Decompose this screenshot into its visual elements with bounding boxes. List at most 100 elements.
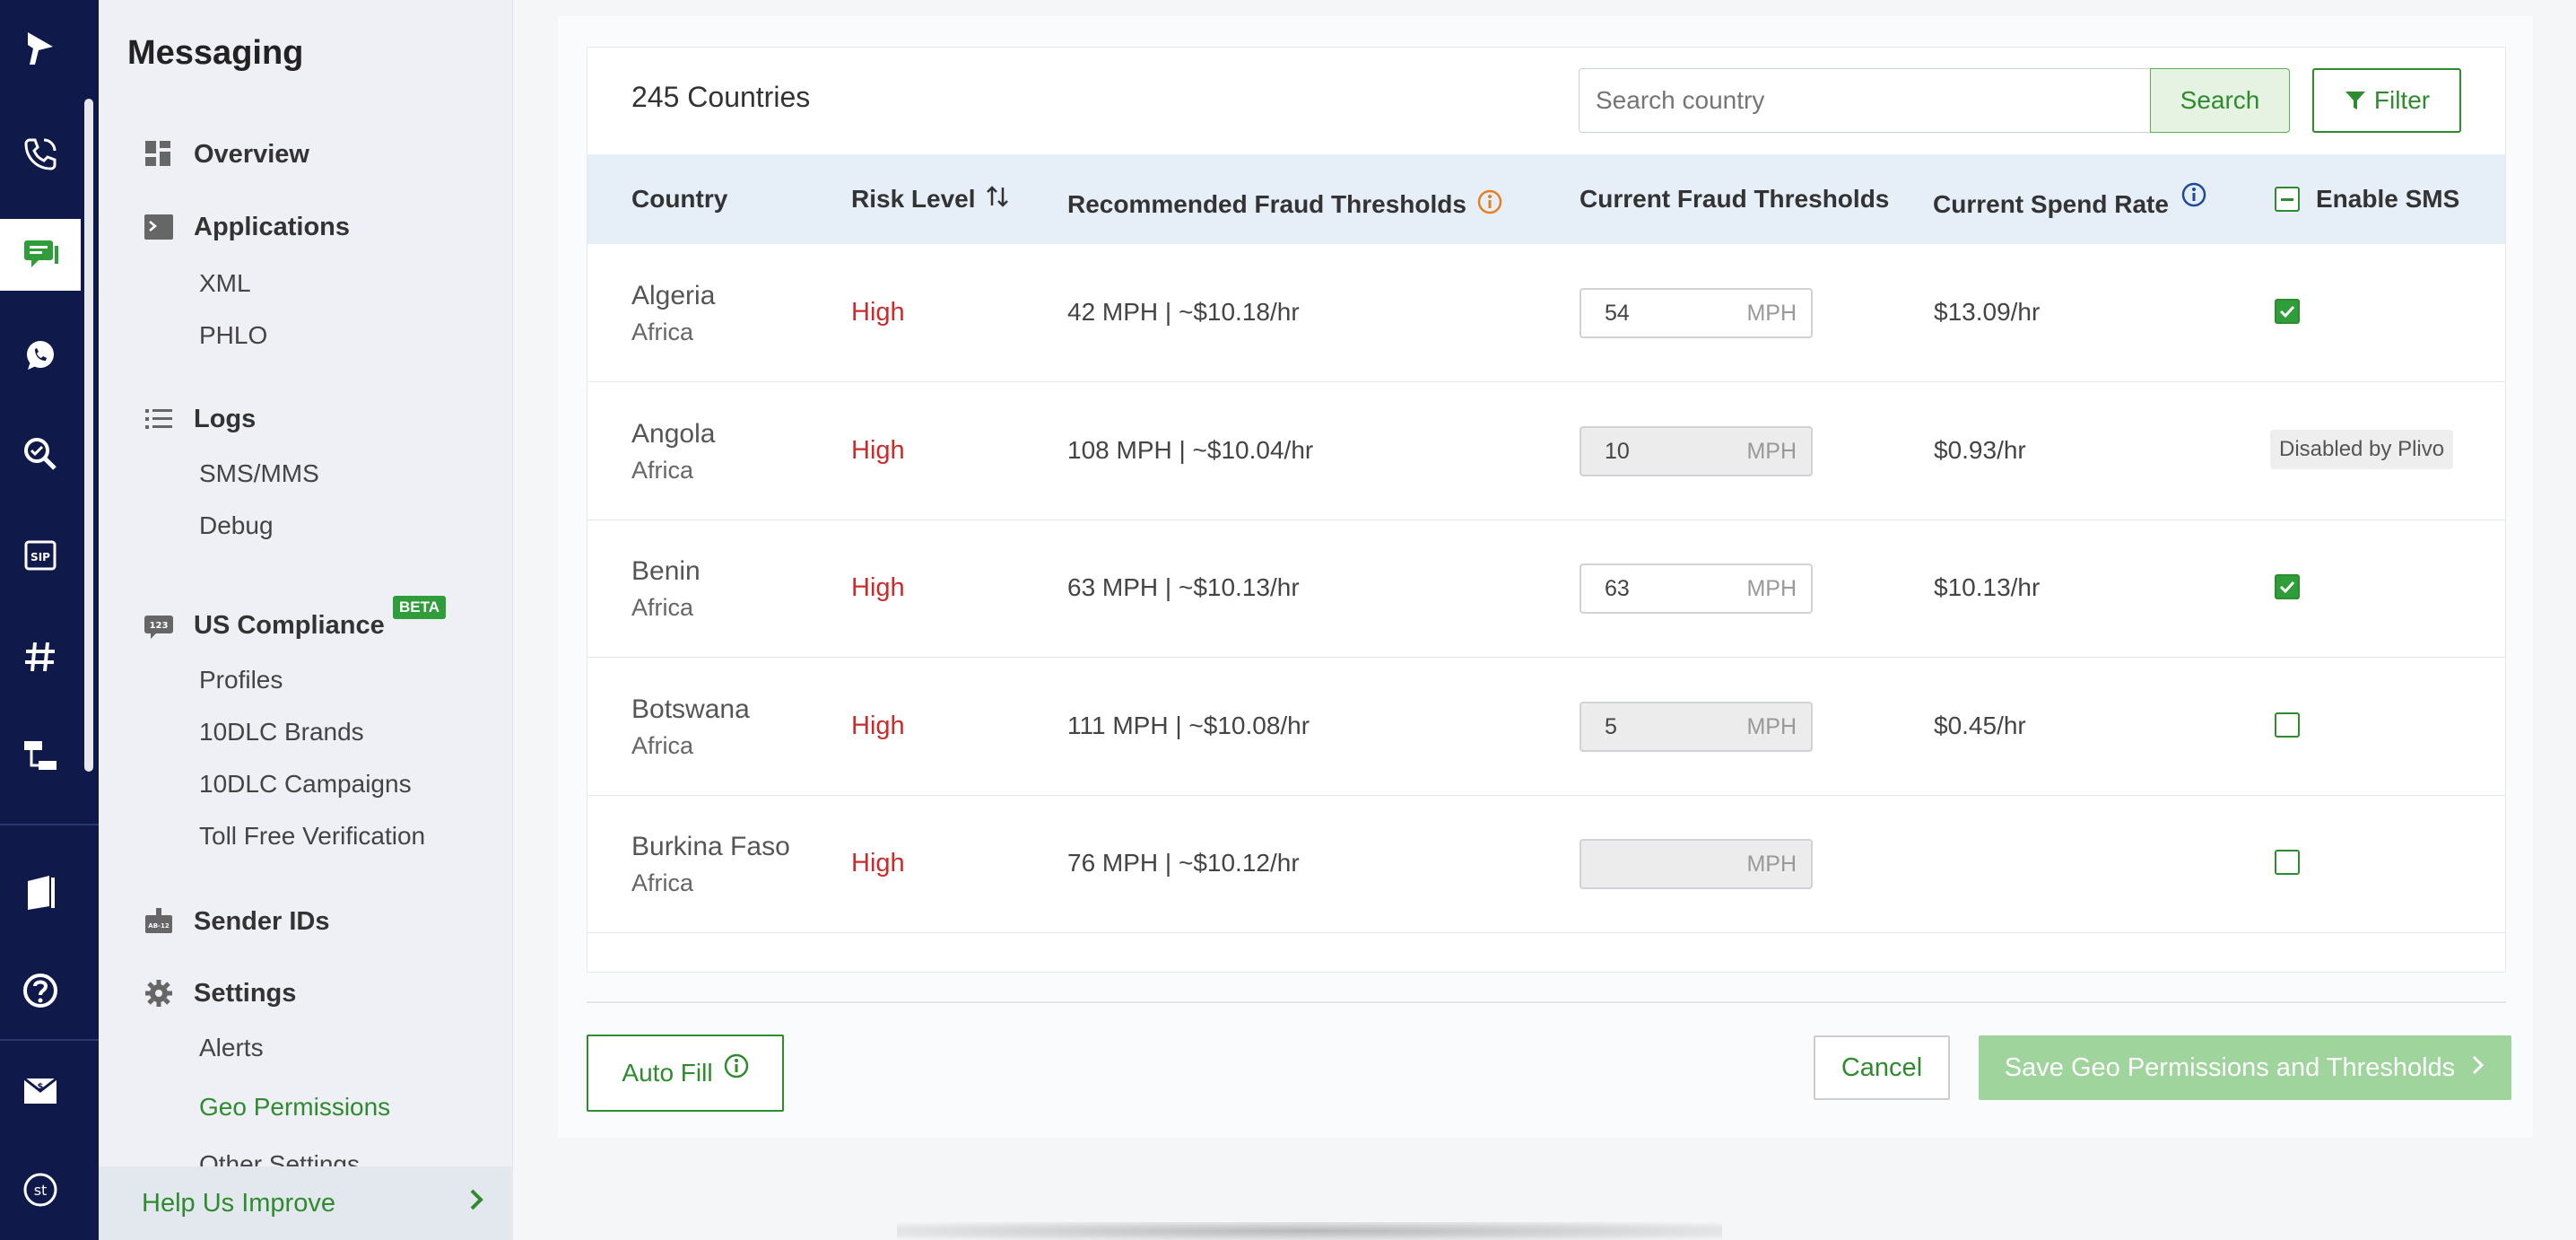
- table-row: Botswana Africa High 111 MPH | ~$10.08/h…: [587, 659, 2505, 796]
- sidebar-item-debug[interactable]: Debug: [199, 511, 274, 540]
- messaging-icon[interactable]: [0, 219, 81, 291]
- sort-arrows-icon[interactable]: [985, 184, 1010, 215]
- threshold-value: 63: [1605, 576, 1630, 602]
- risk-level: High: [851, 712, 905, 741]
- sidebar-item-10dlc-campaigns[interactable]: 10DLC Campaigns: [199, 770, 412, 799]
- lookup-search-icon[interactable]: [0, 418, 81, 490]
- whatsapp-icon[interactable]: [0, 319, 81, 391]
- sidebar-item-settings[interactable]: Settings: [144, 978, 296, 1009]
- threshold-unit: MPH: [1746, 301, 1797, 327]
- terminal-icon: [144, 212, 174, 242]
- sidebar-item-profiles[interactable]: Profiles: [199, 666, 283, 694]
- risk-level: High: [851, 436, 905, 466]
- threshold-value: 10: [1605, 439, 1630, 465]
- country-region: Africa: [631, 457, 693, 485]
- country-name: Angola: [631, 419, 715, 450]
- threshold-input[interactable]: MPH: [1580, 839, 1813, 889]
- recommended-threshold: 111 MPH | ~$10.08/hr: [1067, 712, 1310, 740]
- header-recommended: Recommended Fraud Thresholds: [1067, 160, 1502, 249]
- sidebar-item-geo-permissions[interactable]: Geo Permissions: [199, 1093, 390, 1122]
- select-all-checkbox[interactable]: [2275, 187, 2300, 212]
- filter-funnel-icon: [2344, 89, 2367, 112]
- account-avatar-icon[interactable]: st: [0, 1154, 81, 1226]
- header-recommended-label: Recommended Fraud Thresholds: [1067, 190, 1466, 219]
- threshold-unit: MPH: [1746, 851, 1797, 878]
- country-region: Africa: [631, 732, 693, 760]
- sidebar-item-overview[interactable]: Overview: [144, 139, 309, 170]
- header-current-thresholds: Current Fraud Thresholds: [1580, 154, 1889, 244]
- header-current-spend: Current Spend Rate: [1933, 160, 2206, 249]
- spend-rate: $13.09/hr: [1934, 298, 2040, 327]
- header-spend-label: Current Spend Rate: [1933, 190, 2169, 219]
- sidebar-item-10dlc-brands[interactable]: 10DLC Brands: [199, 718, 364, 747]
- country-name: Benin: [631, 556, 701, 587]
- table-row: Benin Africa High 63 MPH | ~$10.13/hr 63…: [587, 520, 2505, 658]
- threshold-input[interactable]: 10 MPH: [1580, 426, 1813, 476]
- sidebar-item-phlo[interactable]: PHLO: [199, 321, 267, 350]
- threshold-unit: MPH: [1746, 576, 1797, 602]
- risk-level: High: [851, 573, 905, 603]
- header-enable-sms: Enable SMS: [2275, 154, 2459, 244]
- gear-icon: [144, 978, 174, 1009]
- search-country-input[interactable]: [1579, 68, 2151, 133]
- enable-sms-checkbox[interactable]: [2275, 299, 2300, 324]
- spend-rate: $0.93/hr: [1934, 436, 2026, 465]
- list-icon: [144, 404, 174, 434]
- phlo-flow-icon[interactable]: [0, 720, 81, 791]
- country-region: Africa: [631, 594, 693, 622]
- sidebar-item-sender-ids[interactable]: AB-12 Sender IDs: [144, 906, 330, 937]
- header-country: Country: [631, 154, 727, 244]
- threshold-input[interactable]: 63 MPH: [1580, 563, 1813, 614]
- enable-sms-checkbox[interactable]: [2275, 712, 2300, 738]
- svg-text:SIP: SIP: [30, 551, 50, 563]
- threshold-input[interactable]: 54 MPH: [1580, 288, 1813, 338]
- cancel-button[interactable]: Cancel: [1814, 1035, 1950, 1100]
- rail-scrollbar[interactable]: [84, 99, 93, 772]
- info-blue-icon[interactable]: [2181, 182, 2206, 214]
- header-risk-level[interactable]: Risk Level: [851, 154, 1010, 244]
- header-enable-label: Enable SMS: [2316, 185, 2459, 214]
- threshold-input[interactable]: 5 MPH: [1580, 702, 1813, 752]
- svg-text:$: $: [38, 1082, 44, 1092]
- sidebar-item-logs[interactable]: Logs: [144, 404, 256, 434]
- filter-button[interactable]: Filter: [2312, 68, 2461, 133]
- help-question-icon[interactable]: [0, 955, 81, 1026]
- numbers-hash-icon[interactable]: [0, 621, 81, 693]
- docs-book-icon[interactable]: [0, 856, 81, 928]
- threshold-value: 5: [1605, 714, 1617, 740]
- sidebar-item-xml[interactable]: XML: [199, 269, 251, 298]
- footer-divider: [587, 1001, 2506, 1003]
- help-label: Help Us Improve: [142, 1189, 335, 1218]
- sidebar-item-label: US Compliance: [194, 611, 385, 641]
- sidebar-item-us-compliance[interactable]: 123 US Compliance: [144, 610, 385, 641]
- plivo-logo-icon[interactable]: [0, 13, 81, 84]
- sidebar-item-label: Sender IDs: [194, 907, 330, 937]
- sip-icon[interactable]: SIP: [0, 520, 81, 592]
- save-label: Save Geo Permissions and Thresholds: [2005, 1053, 2455, 1083]
- sidebar-item-toll-free-verification[interactable]: Toll Free Verification: [199, 822, 425, 851]
- dashboard-grid-icon: [144, 139, 174, 170]
- sidebar-item-label: Overview: [194, 140, 309, 170]
- threshold-unit: MPH: [1746, 714, 1797, 740]
- billing-icon[interactable]: $: [0, 1055, 81, 1127]
- sidebar-item-sms-mms[interactable]: SMS/MMS: [199, 459, 319, 488]
- sidebar-item-applications[interactable]: Applications: [144, 212, 350, 242]
- enable-sms-checkbox[interactable]: [2275, 574, 2300, 599]
- table-row: Angola Africa High 108 MPH | ~$10.04/hr …: [587, 383, 2505, 520]
- chevron-right-icon: [468, 1187, 486, 1219]
- id-badge-icon: AB-12: [144, 906, 174, 937]
- auto-fill-button[interactable]: Auto Fill: [587, 1035, 784, 1112]
- sidebar-item-alerts[interactable]: Alerts: [199, 1034, 264, 1062]
- enable-sms-checkbox[interactable]: [2275, 850, 2300, 875]
- voice-phone-icon[interactable]: [0, 118, 81, 190]
- search-button[interactable]: Search: [2150, 68, 2290, 133]
- country-name: Burkina Faso: [631, 832, 790, 862]
- info-orange-icon[interactable]: [1477, 189, 1502, 221]
- country-name: Botswana: [631, 694, 750, 725]
- save-geo-permissions-button[interactable]: Save Geo Permissions and Thresholds: [1979, 1035, 2511, 1100]
- sidebar-item-other-settings[interactable]: Other Settings: [199, 1150, 360, 1166]
- recommended-threshold: 42 MPH | ~$10.18/hr: [1067, 298, 1300, 327]
- help-us-improve-button[interactable]: Help Us Improve: [99, 1166, 513, 1240]
- svg-text:123: 123: [150, 621, 169, 631]
- country-name: Algeria: [631, 281, 715, 311]
